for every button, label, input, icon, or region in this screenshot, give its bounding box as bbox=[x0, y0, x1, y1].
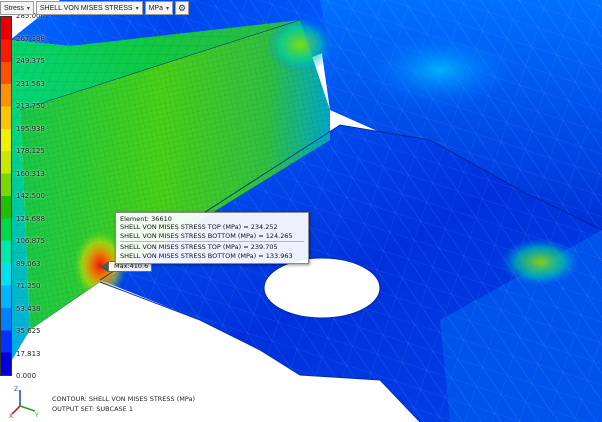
legend-value-label: 106.875 bbox=[16, 237, 45, 245]
component-value: SHELL VON MISES STRESS bbox=[39, 4, 133, 12]
contour-title: CONTOUR: SHELL VON MISES STRESS (MPa) bbox=[52, 395, 196, 403]
probe-divider bbox=[120, 241, 304, 243]
output-set-label: OUTPUT SET: SUBCASE 1 bbox=[52, 405, 133, 413]
unit-select[interactable]: MPa ▾ bbox=[144, 1, 174, 15]
probe-line: SHELL VON MISES STRESS BOTTOM (MPa) = 12… bbox=[120, 231, 293, 240]
probe-line: SHELL VON MISES STRESS BOTTOM (MPa) = 13… bbox=[120, 251, 293, 260]
legend-value-label: 53.438 bbox=[16, 304, 41, 313]
chevron-down-icon: ▾ bbox=[26, 5, 30, 12]
fea-viewport[interactable]: Stress ▾ SHELL VON MISES STRESS ▾ MPa ▾ … bbox=[0, 0, 602, 422]
probe-element-id: Element: 36610 bbox=[120, 215, 172, 223]
element-probe-card[interactable]: Element: 36610 SHELL VON MISES STRESS TO… bbox=[115, 212, 309, 265]
triad-y-label: Y bbox=[34, 412, 39, 418]
legend-color-bar bbox=[0, 16, 12, 376]
legend-value-label: 71.250 bbox=[16, 282, 41, 290]
result-type-value: Stress bbox=[4, 4, 24, 12]
legend-value-label: 267.188 bbox=[16, 34, 45, 43]
contour-legend: 285.000 267.188 249.375 231.563 213.750 195.9… bbox=[0, 12, 60, 380]
result-type-select[interactable]: Stress ▾ bbox=[0, 1, 34, 15]
chevron-down-icon: ▾ bbox=[166, 5, 170, 12]
legend-value-label: 35.625 bbox=[16, 327, 41, 335]
legend-value-label: 249.375 bbox=[16, 57, 45, 65]
fea-model-contour[interactable] bbox=[0, 0, 602, 422]
component-select[interactable]: SHELL VON MISES STRESS ▾ bbox=[35, 1, 143, 15]
probe-line: SHELL VON MISES STRESS TOP (MPa) = 239.7… bbox=[120, 243, 278, 252]
chevron-down-icon: ▾ bbox=[135, 5, 139, 12]
probe-line: SHELL VON MISES STRESS TOP (MPa) = 234.2… bbox=[120, 223, 278, 232]
legend-value-label: 160.313 bbox=[16, 169, 45, 178]
legend-value-label: 89.063 bbox=[16, 259, 41, 268]
settings-button[interactable]: ⚙ bbox=[175, 1, 190, 15]
legend-value-label: 142.500 bbox=[16, 192, 45, 200]
contour-info: CONTOUR: SHELL VON MISES STRESS (MPa) OU… bbox=[52, 394, 195, 414]
legend-value-label: 124.688 bbox=[16, 214, 45, 223]
coordinate-triad-icon: Z X Y bbox=[9, 386, 39, 418]
legend-value-label: 195.938 bbox=[16, 124, 45, 133]
legend-value-label: 0.000 bbox=[16, 372, 37, 380]
legend-value-label: 17.813 bbox=[16, 349, 41, 358]
triad-x-label: X bbox=[9, 413, 13, 418]
gear-icon: ⚙ bbox=[177, 2, 187, 13]
result-toolbar: Stress ▾ SHELL VON MISES STRESS ▾ MPa ▾ … bbox=[0, 0, 190, 16]
legend-value-label: 178.125 bbox=[16, 147, 45, 155]
max-pointer-icon bbox=[99, 262, 108, 272]
legend-value-label: 231.563 bbox=[16, 79, 45, 88]
unit-value: MPa bbox=[148, 4, 163, 12]
legend-value-label: 213.750 bbox=[16, 102, 45, 110]
triad-z-label: Z bbox=[14, 386, 18, 393]
